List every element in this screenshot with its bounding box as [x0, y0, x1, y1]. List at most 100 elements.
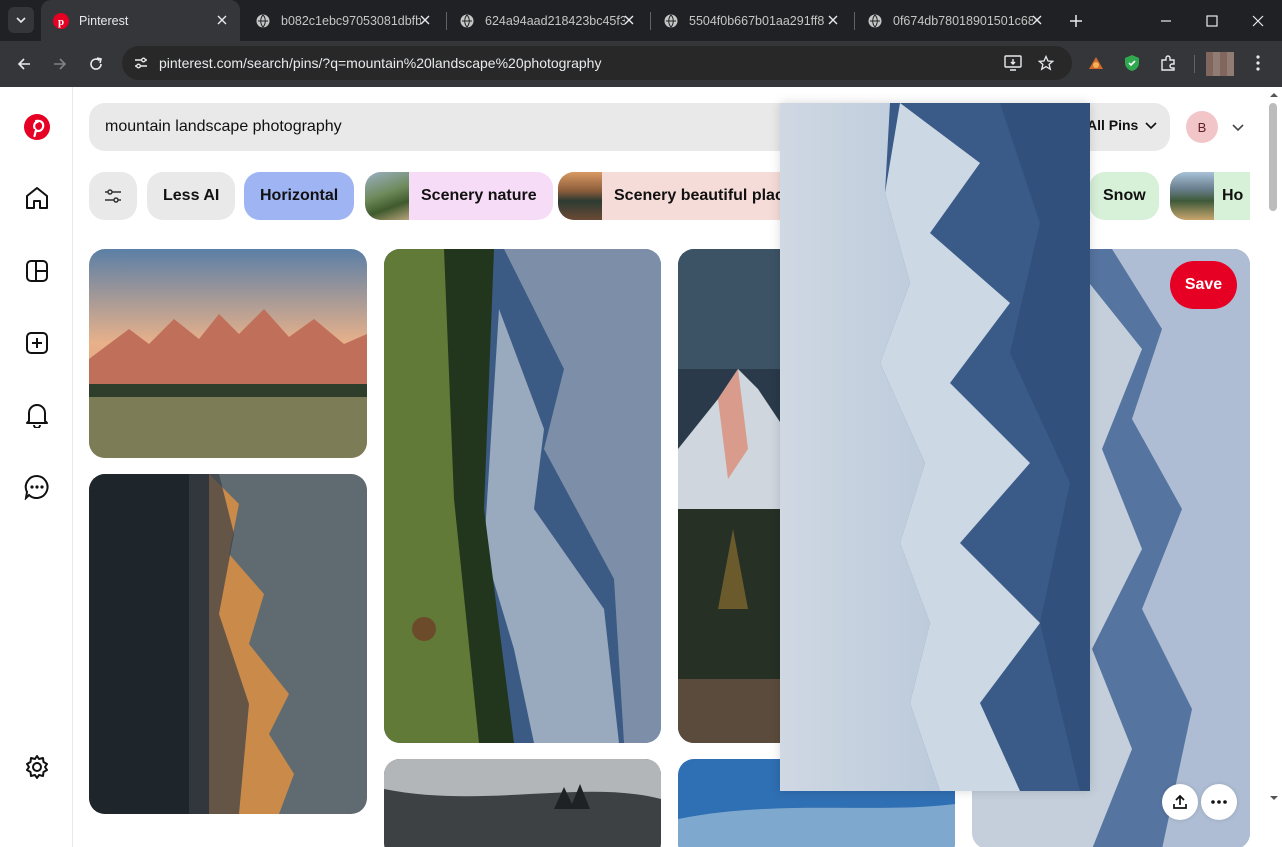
pin-mountain-sunset[interactable]: [89, 249, 367, 458]
tab-title: 5504f0b667b01aa291ff8: [689, 13, 825, 28]
chevron-down-icon: [16, 17, 26, 24]
search-input[interactable]: [105, 103, 705, 151]
save-button[interactable]: Save: [1170, 261, 1237, 309]
globe-icon: [867, 13, 883, 29]
browser-toolbar: pinterest.com/search/pins/?q=mountain%20…: [0, 41, 1282, 87]
tab-search-button[interactable]: [8, 7, 34, 33]
scroll-up-arrow-icon[interactable]: [1266, 90, 1282, 100]
explore-icon[interactable]: [22, 256, 52, 286]
ellipsis-icon: [1211, 800, 1227, 804]
sliders-icon: [105, 189, 121, 203]
pin-alpenglow-ridge[interactable]: [89, 474, 367, 814]
create-icon[interactable]: [22, 328, 52, 358]
pinterest-favicon-icon: p: [53, 12, 69, 29]
pin-image: [780, 103, 1090, 791]
kebab-menu-icon[interactable]: [1248, 53, 1268, 73]
extension-fox-icon[interactable]: [1086, 53, 1106, 73]
tab-strip: p Pinterest b082c1ebc97053081dbfb 624a94…: [0, 0, 1282, 41]
extensions-puzzle-icon[interactable]: [1158, 53, 1178, 73]
chip-label: Less AI: [163, 187, 220, 204]
site-info-icon[interactable]: [132, 54, 150, 72]
close-tab-icon[interactable]: [417, 12, 433, 28]
pin-image: [89, 249, 367, 458]
chip-scenery-nature[interactable]: Scenery nature: [365, 172, 553, 220]
tab-title: 624a94aad218423bc45f3: [485, 13, 625, 28]
chip-label: Ho: [1222, 187, 1244, 204]
bookmark-star-icon[interactable]: [1037, 54, 1055, 72]
plus-icon: [1070, 14, 1082, 27]
reload-icon: [90, 57, 102, 70]
chip-label: Scenery beautiful places: [614, 187, 802, 204]
pin-forest-valley[interactable]: [384, 249, 661, 743]
chip-label: Snow: [1103, 187, 1146, 204]
home-icon[interactable]: [22, 183, 52, 213]
globe-icon: [255, 13, 271, 29]
tab-title: b082c1ebc97053081dbfb: [281, 13, 421, 28]
svg-text:p: p: [58, 16, 64, 28]
pin-image: [384, 249, 661, 743]
install-app-icon[interactable]: [1004, 54, 1022, 72]
minimize-button[interactable]: [1143, 0, 1189, 41]
forward-button[interactable]: [46, 50, 74, 78]
tab-3[interactable]: 624a94aad218423bc45f3: [447, 0, 647, 41]
page-scrollbar[interactable]: [1266, 87, 1282, 807]
pinterest-logo-icon[interactable]: [22, 112, 52, 142]
profile-avatar[interactable]: [1206, 52, 1234, 76]
chip-snow[interactable]: Snow: [1089, 172, 1159, 220]
close-icon: [1252, 15, 1264, 26]
back-button[interactable]: [10, 50, 38, 78]
close-tab-icon[interactable]: [825, 12, 841, 28]
notifications-bell-icon[interactable]: [22, 400, 52, 430]
pin-image: [384, 759, 661, 847]
chip-label: Scenery nature: [421, 187, 537, 204]
chip-less-ai[interactable]: Less AI: [147, 172, 236, 220]
arrow-left-icon: [17, 58, 30, 70]
maximize-icon: [1206, 14, 1218, 27]
share-icon: [1173, 794, 1187, 809]
filters-button[interactable]: [89, 172, 137, 220]
more-options-button[interactable]: [1201, 784, 1237, 820]
pin-image: [89, 474, 367, 814]
tab-5[interactable]: 0f674db78018901501c68: [855, 0, 1055, 41]
chip-ho[interactable]: Ho: [1170, 172, 1250, 220]
chip-thumbnail: [558, 172, 602, 220]
user-avatar[interactable]: B: [1186, 111, 1218, 143]
maximize-button[interactable]: [1189, 0, 1235, 41]
tab-title: 0f674db78018901501c68: [893, 13, 1033, 28]
minimize-icon: [1161, 19, 1171, 22]
browser-chrome: p Pinterest b082c1ebc97053081dbfb 624a94…: [0, 0, 1282, 87]
chip-label: Horizontal: [260, 187, 339, 204]
pin-type-filter-label: All Pins: [1087, 117, 1139, 133]
tab-pinterest[interactable]: p Pinterest: [41, 0, 240, 41]
new-tab-button[interactable]: [1060, 0, 1092, 41]
close-tab-icon[interactable]: [621, 12, 637, 28]
tab-2[interactable]: b082c1ebc97053081dbfb: [243, 0, 443, 41]
chevron-down-icon: [1145, 122, 1157, 130]
reload-button[interactable]: [82, 50, 110, 78]
share-button[interactable]: [1162, 784, 1198, 820]
sidebar-nav: [0, 87, 73, 847]
globe-icon: [459, 13, 475, 29]
tab-4[interactable]: 5504f0b667b01aa291ff8: [651, 0, 851, 41]
pin-stormy-peaks[interactable]: [384, 759, 661, 847]
chip-horizontal[interactable]: Horizontal: [244, 172, 355, 220]
pin-hover-preview[interactable]: [780, 103, 1090, 791]
scroll-down-arrow-icon[interactable]: [1266, 793, 1282, 803]
close-tab-icon[interactable]: [214, 12, 230, 28]
close-tab-icon[interactable]: [1029, 12, 1045, 28]
chip-scenery-beautiful-places[interactable]: Scenery beautiful places: [558, 172, 803, 220]
globe-icon: [663, 13, 679, 29]
pin-type-filter[interactable]: All Pins: [1087, 117, 1158, 133]
messages-icon[interactable]: [22, 472, 52, 502]
address-bar[interactable]: pinterest.com/search/pins/?q=mountain%20…: [122, 46, 1072, 80]
scrollbar-thumb[interactable]: [1269, 103, 1277, 211]
tab-title: Pinterest: [79, 13, 129, 28]
chip-thumbnail: [365, 172, 409, 220]
settings-gear-icon[interactable]: [22, 752, 52, 782]
pinterest-page: All Pins B Less AI Horizontal Scenery na…: [0, 87, 1282, 847]
extension-shield-icon[interactable]: [1122, 53, 1142, 73]
close-window-button[interactable]: [1235, 0, 1281, 41]
toolbar-divider: [1194, 55, 1195, 73]
account-menu-chevron-icon[interactable]: [1228, 117, 1248, 137]
url-text: pinterest.com/search/pins/?q=mountain%20…: [159, 55, 602, 71]
